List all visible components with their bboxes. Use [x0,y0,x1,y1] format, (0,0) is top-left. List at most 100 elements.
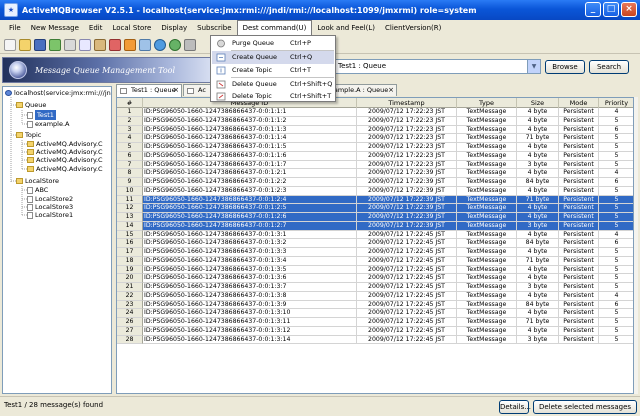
table-row[interactable]: 9 ID:PSG96050-1660-1247386866437-0:0:1:2:… [117,178,633,187]
tree-item-topic[interactable]: ActiveMQ.Advisory.C [27,164,103,174]
timestamp-cell: 2009/07/12 17:22:45 JST [357,265,457,275]
priority-cell: 5 [599,248,633,257]
timestamp-cell: 2009/07/12 17:22:45 JST [357,283,457,292]
new-icon[interactable] [4,38,16,51]
tab-test1[interactable]: Test1 : Queue × [116,84,182,97]
chevron-down-icon[interactable]: ▼ [527,60,540,73]
priority-cell: 5 [599,327,633,336]
menu-local-store[interactable]: Local Store [107,20,156,36]
column-header[interactable]: Size [517,98,559,108]
table-row[interactable]: 8 ID:PSG96050-1660-1247386866437-0:0:1:2:… [117,169,633,178]
table-row[interactable]: 24 ID:PSG96050-1660-1247386866437-0:0:1:3… [117,309,633,318]
close-icon[interactable]: × [173,85,179,96]
delete-icon[interactable] [109,38,121,51]
timestamp-cell: 2009/07/12 17:22:45 JST [357,309,457,318]
timestamp-cell: 2009/07/12 17:22:39 JST [357,221,457,231]
table-scrollbar[interactable] [634,97,638,394]
menu-subscribe[interactable]: Subscribe [192,20,236,36]
table-row[interactable]: 7 ID:PSG96050-1660-1247386866437-0:0:1:1:… [117,160,633,170]
menu-item-create-topic[interactable]: Create Topic Ctrl+T [212,64,334,77]
rss-icon[interactable] [124,38,136,51]
mode-cell: Persistent [559,125,599,135]
menu-look-and-feel[interactable]: Look and Feel(L) [312,20,380,36]
mode-cell: Persistent [559,204,599,213]
maximize-button[interactable]: □ [603,2,619,17]
minimize-button[interactable]: _ [585,2,601,17]
size-cell: 4 byte [517,265,559,275]
menu-file[interactable]: File [4,20,26,36]
menu-item-purge-queue[interactable]: Purge Queue Ctrl+P [212,37,334,50]
destination-select[interactable]: Test1 : Queue ▼ [334,59,541,74]
table-row[interactable]: 2 ID:PSG96050-1660-1247386866437-0:0:1:1:… [117,116,633,126]
column-header[interactable]: # [117,98,143,108]
menu-item-delete-topic[interactable]: Delete Topic Ctrl+Shift+T [212,90,334,103]
tree-node-queue[interactable]: Queue [16,100,46,110]
column-header[interactable]: Timestamp [357,98,457,108]
table-row[interactable]: 16 ID:PSG96050-1660-1247386866437-0:0:1:3… [117,239,633,248]
copy-icon[interactable] [79,38,91,51]
tree-item-label: ActiveMQ.Advisory.C [36,165,103,173]
paste-icon[interactable] [94,38,106,51]
table-row[interactable]: 22 ID:PSG96050-1660-1247386866437-0:0:1:3… [117,291,633,301]
table-row[interactable]: 11 ID:PSG96050-1660-1247386866437-0:0:1:2… [117,195,633,205]
table-row[interactable]: 13 ID:PSG96050-1660-1247386866437-0:0:1:2… [117,213,633,222]
table-row[interactable]: 19 ID:PSG96050-1660-1247386866437-0:0:1:3… [117,265,633,275]
mode-cell: Persistent [559,221,599,231]
table-row[interactable]: 14 ID:PSG96050-1660-1247386866437-0:0:1:2… [117,221,633,231]
menu-new-message[interactable]: New Message [26,20,84,36]
column-header[interactable]: Priority [599,98,633,108]
table-row[interactable]: 3 ID:PSG96050-1660-1247386866437-0:0:1:1:… [117,125,633,135]
table-row[interactable]: 27 ID:PSG96050-1660-1247386866437-0:0:1:3… [117,326,633,336]
table-row[interactable]: 23 ID:PSG96050-1660-1247386866437-0:0:1:3… [117,300,633,310]
table-row[interactable]: 10 ID:PSG96050-1660-1247386866437-0:0:1:2… [117,186,633,196]
cut-icon[interactable] [64,38,76,51]
type-cell: TextMessage [457,125,517,135]
table-row[interactable]: 5 ID:PSG96050-1660-1247386866437-0:0:1:1:… [117,143,633,152]
size-cell: 4 byte [517,204,559,213]
details-button[interactable]: Details... [499,400,531,414]
tree-root[interactable]: localhost(service:jmx:rmi:///jndi [5,88,111,98]
image-icon[interactable] [139,38,151,51]
browse-button[interactable]: Browse [545,60,585,74]
table-row[interactable]: 18 ID:PSG96050-1660-1247386866437-0:0:1:3… [117,256,633,266]
table-row[interactable]: 21 ID:PSG96050-1660-1247386866437-0:0:1:3… [117,283,633,292]
delete-selected-button[interactable]: Delete selected messages [533,400,637,414]
store-icon [27,186,33,194]
check-icon[interactable] [49,38,61,51]
menu-edit[interactable]: Edit [84,20,108,36]
close-button[interactable]: × [621,2,637,17]
mode-cell: Persistent [559,108,599,117]
table-row[interactable]: 1 ID:PSG96050-1660-1247386866437-0:0:1:1:… [117,108,633,117]
column-header[interactable]: Type [457,98,517,108]
table-row[interactable]: 26 ID:PSG96050-1660-1247386866437-0:0:1:3… [117,318,633,327]
tree-item-example-a[interactable]: example.A [27,119,70,129]
priority-cell: 5 [599,266,633,275]
table-row[interactable]: 6 ID:PSG96050-1660-1247386866437-0:0:1:1:… [117,151,633,161]
table-row[interactable]: 4 ID:PSG96050-1660-1247386866437-0:0:1:1:… [117,134,633,143]
size-cell: 71 byte [517,256,559,266]
row-number: 6 [117,151,143,161]
menu-dest-command[interactable]: Dest command(U) [236,20,313,36]
table-row[interactable]: 17 ID:PSG96050-1660-1247386866437-0:0:1:3… [117,248,633,257]
table-row[interactable]: 15 ID:PSG96050-1660-1247386866437-0:0:1:3… [117,230,633,240]
close-icon[interactable]: × [388,85,394,96]
table-row[interactable]: 12 ID:PSG96050-1660-1247386866437-0:0:1:2… [117,204,633,213]
type-cell: TextMessage [457,230,517,240]
open-icon[interactable] [19,38,31,51]
menu-item-create-queue[interactable]: Create Queue Ctrl+Q [212,51,334,64]
table-row[interactable]: 28 ID:PSG96050-1660-1247386866437-0:0:1:3… [117,335,633,345]
column-header[interactable]: Mode [559,98,599,108]
search-button[interactable]: Search [589,60,629,74]
menu-client-version[interactable]: ClientVersion(R) [380,20,446,36]
globe-icon[interactable] [154,38,166,51]
filter-icon[interactable] [184,38,196,51]
priority-cell: 5 [599,152,633,161]
save-icon[interactable] [34,38,46,51]
menu-bar: File New Message Edit Local Store Displa… [0,20,640,36]
menu-display[interactable]: Display [156,20,192,36]
priority-cell: 6 [599,239,633,248]
type-cell: TextMessage [457,134,517,143]
refresh-icon[interactable] [169,38,181,51]
tree-item-store[interactable]: LocalStore1 [27,210,73,220]
table-row[interactable]: 20 ID:PSG96050-1660-1247386866437-0:0:1:3… [117,274,633,283]
